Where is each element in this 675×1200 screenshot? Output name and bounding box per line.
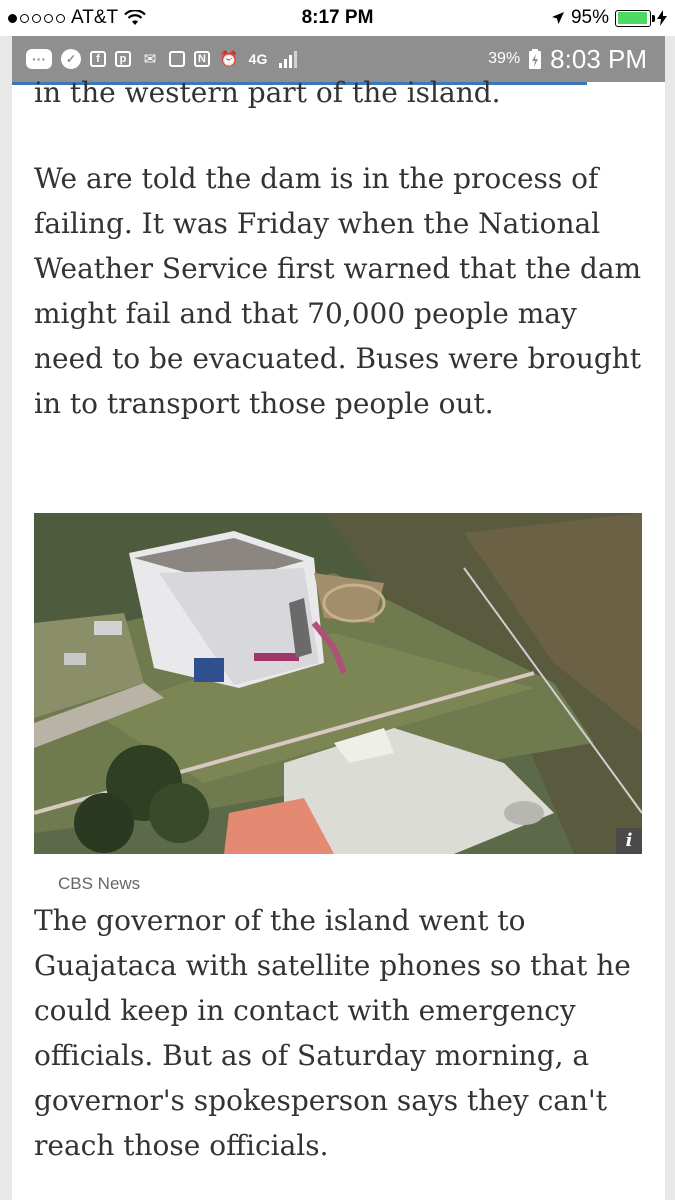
notification-icons: ··· ✓ f p ✉ N ⏰ 4G <box>12 49 299 69</box>
screenshot-icon <box>169 51 185 67</box>
ios-status-bar: AT&T 8:17 PM 95% <box>0 0 675 36</box>
battery-charging-icon <box>529 49 542 69</box>
article-paragraph-1: in the western part of the island. <box>34 76 501 109</box>
article-photo[interactable]: i <box>34 513 642 854</box>
aerial-photo-illustration <box>34 513 642 854</box>
image-credit: CBS News <box>58 874 141 893</box>
battery-level <box>617 12 647 24</box>
location-arrow-icon <box>551 12 564 24</box>
mail-icon: ✉ <box>143 51 157 68</box>
app-check-icon: ✓ <box>61 49 81 69</box>
article-paragraph-3: The governor of the island went to Guaja… <box>34 904 631 1162</box>
network-4g-icon: 4G <box>248 51 268 67</box>
facebook-icon: f <box>90 51 106 67</box>
pinterest-icon: p <box>115 51 131 67</box>
more-dots-icon: ··· <box>26 49 52 69</box>
alarm-icon: ⏰ <box>219 51 239 68</box>
article-paragraph-2: We are told the dam is in the process of… <box>34 162 642 420</box>
ios-status-right: 95% <box>551 7 667 29</box>
battery-icon <box>615 9 655 27</box>
signal-icon <box>279 51 297 68</box>
charging-bolt-icon <box>657 10 667 26</box>
ios-battery-percent: 95% <box>570 7 609 28</box>
embedded-screenshot: ··· ✓ f p ✉ N ⏰ 4G 39% 8:03 PM in the we… <box>12 36 665 1200</box>
nfc-icon: N <box>194 51 210 67</box>
info-icon[interactable]: i <box>616 828 642 854</box>
android-battery-percent: 39% <box>488 50 521 67</box>
